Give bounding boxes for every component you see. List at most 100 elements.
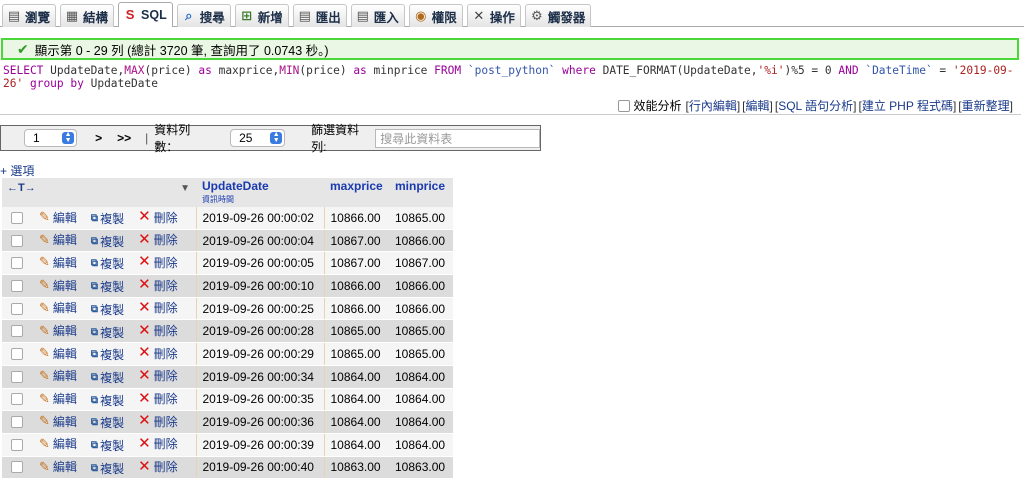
cell-minprice[interactable]: 10864.00 bbox=[389, 410, 453, 434]
copy-button[interactable]: ⧉ 複製 bbox=[91, 369, 124, 386]
delete-button[interactable]: ✕ 刪除 bbox=[138, 209, 178, 226]
dropdown-triangle-icon[interactable]: ▼ bbox=[180, 183, 190, 194]
copy-button[interactable]: ⧉ 複製 bbox=[91, 255, 124, 272]
cell-updatedate[interactable]: 2019-09-26 00:00:34 bbox=[195, 365, 325, 389]
column-header-updatedate[interactable]: UpdateDate 資訊時間 bbox=[196, 178, 324, 207]
sql-link[interactable]: 編輯 bbox=[746, 97, 770, 114]
edit-button[interactable]: ✎ 編輯 bbox=[39, 322, 77, 339]
cell-updatedate[interactable]: 2019-09-26 00:00:10 bbox=[195, 274, 325, 298]
column-header-minprice[interactable]: minprice bbox=[389, 178, 453, 207]
delete-button[interactable]: ✕ 刪除 bbox=[138, 254, 178, 271]
tab-privileges[interactable]: ◉ 權限 bbox=[408, 4, 463, 27]
delete-button[interactable]: ✕ 刪除 bbox=[138, 435, 178, 452]
row-checkbox[interactable] bbox=[11, 416, 23, 429]
delete-button[interactable]: ✕ 刪除 bbox=[138, 390, 178, 407]
row-checkbox[interactable] bbox=[11, 325, 23, 338]
delete-button[interactable]: ✕ 刪除 bbox=[138, 277, 178, 294]
edit-button[interactable]: ✎ 編輯 bbox=[39, 345, 77, 362]
row-checkbox[interactable] bbox=[11, 302, 23, 315]
delete-button[interactable]: ✕ 刪除 bbox=[138, 458, 178, 475]
cell-maxprice[interactable]: 10863.00 bbox=[324, 456, 389, 479]
row-checkbox[interactable] bbox=[11, 438, 23, 451]
cell-minprice[interactable]: 10865.00 bbox=[389, 342, 453, 366]
cell-minprice[interactable]: 10866.00 bbox=[389, 229, 453, 253]
cell-maxprice[interactable]: 10864.00 bbox=[324, 433, 389, 457]
tab-insert[interactable]: ⊞ 新增 bbox=[234, 4, 289, 27]
tab-browse[interactable]: ▤ 瀏覽 bbox=[2, 4, 57, 27]
row-checkbox[interactable] bbox=[11, 370, 23, 383]
cell-maxprice[interactable]: 10864.00 bbox=[324, 388, 389, 412]
cell-minprice[interactable]: 10866.00 bbox=[389, 297, 453, 321]
delete-button[interactable]: ✕ 刪除 bbox=[138, 413, 178, 430]
cell-updatedate[interactable]: 2019-09-26 00:00:35 bbox=[195, 388, 325, 412]
copy-button[interactable]: ⧉ 複製 bbox=[91, 324, 124, 341]
cell-maxprice[interactable]: 10864.00 bbox=[324, 365, 389, 389]
cell-updatedate[interactable]: 2019-09-26 00:00:28 bbox=[195, 319, 325, 344]
cell-maxprice[interactable]: 10866.00 bbox=[324, 207, 389, 230]
cell-updatedate[interactable]: 2019-09-26 00:00:05 bbox=[195, 251, 325, 276]
row-checkbox[interactable] bbox=[11, 211, 23, 224]
cell-updatedate[interactable]: 2019-09-26 00:00:36 bbox=[195, 410, 325, 434]
cell-minprice[interactable]: 10864.00 bbox=[389, 433, 453, 457]
delete-button[interactable]: ✕ 刪除 bbox=[138, 231, 178, 248]
edit-button[interactable]: ✎ 編輯 bbox=[39, 413, 77, 430]
sql-link[interactable]: 行內編輯 bbox=[689, 97, 737, 114]
delete-button[interactable]: ✕ 刪除 bbox=[138, 345, 178, 362]
row-checkbox[interactable] bbox=[11, 257, 23, 270]
cell-maxprice[interactable]: 10866.00 bbox=[324, 274, 389, 298]
row-checkbox[interactable] bbox=[11, 279, 23, 292]
copy-button[interactable]: ⧉ 複製 bbox=[91, 437, 124, 454]
cell-minprice[interactable]: 10865.00 bbox=[389, 207, 453, 230]
cell-minprice[interactable]: 10865.00 bbox=[389, 319, 453, 344]
tab-search[interactable]: ⌕ 搜尋 bbox=[176, 4, 231, 27]
sql-link[interactable]: SQL 語句分析 bbox=[778, 97, 853, 114]
row-checkbox[interactable] bbox=[11, 234, 23, 247]
cell-updatedate[interactable]: 2019-09-26 00:00:40 bbox=[195, 456, 325, 479]
cell-updatedate[interactable]: 2019-09-26 00:00:39 bbox=[195, 433, 325, 457]
row-checkbox[interactable] bbox=[11, 461, 23, 474]
delete-button[interactable]: ✕ 刪除 bbox=[138, 322, 178, 339]
cell-minprice[interactable]: 10864.00 bbox=[389, 388, 453, 412]
copy-button[interactable]: ⧉ 複製 bbox=[91, 414, 124, 431]
row-checkbox[interactable] bbox=[11, 348, 23, 361]
edit-button[interactable]: ✎ 編輯 bbox=[39, 209, 77, 226]
cell-minprice[interactable]: 10864.00 bbox=[389, 365, 453, 389]
tab-export[interactable]: ▤ 匯出 bbox=[292, 4, 347, 27]
delete-button[interactable]: ✕ 刪除 bbox=[138, 367, 178, 384]
tab-structure[interactable]: ▦ 結構 bbox=[60, 4, 115, 27]
tab-operations[interactable]: ✕ 操作 bbox=[466, 4, 521, 27]
column-arrows-control[interactable]: ←T→ bbox=[7, 182, 36, 194]
tab-import[interactable]: ▤ 匯入 bbox=[350, 4, 405, 27]
edit-button[interactable]: ✎ 編輯 bbox=[39, 390, 77, 407]
cell-updatedate[interactable]: 2019-09-26 00:00:25 bbox=[195, 297, 325, 321]
cell-maxprice[interactable]: 10865.00 bbox=[324, 319, 389, 344]
edit-button[interactable]: ✎ 編輯 bbox=[39, 254, 77, 271]
page-select[interactable]: 1 ▲ ▼ bbox=[24, 129, 78, 147]
edit-button[interactable]: ✎ 編輯 bbox=[39, 277, 77, 294]
cell-updatedate[interactable]: 2019-09-26 00:00:02 bbox=[195, 207, 325, 230]
tab-sql[interactable]: S SQL bbox=[118, 2, 173, 27]
cell-updatedate[interactable]: 2019-09-26 00:00:29 bbox=[195, 342, 325, 366]
row-checkbox[interactable] bbox=[11, 393, 23, 406]
edit-button[interactable]: ✎ 編輯 bbox=[39, 231, 77, 248]
edit-button[interactable]: ✎ 編輯 bbox=[39, 435, 77, 452]
cell-maxprice[interactable]: 10867.00 bbox=[324, 229, 389, 253]
cell-minprice[interactable]: 10863.00 bbox=[389, 456, 453, 479]
copy-button[interactable]: ⧉ 複製 bbox=[91, 460, 124, 477]
filter-rows-input[interactable]: 搜尋此資料表 bbox=[375, 128, 540, 148]
cell-minprice[interactable]: 10866.00 bbox=[389, 274, 453, 298]
last-page-button[interactable]: >> bbox=[117, 131, 131, 145]
cell-updatedate[interactable]: 2019-09-26 00:00:04 bbox=[195, 229, 325, 253]
copy-button[interactable]: ⧉ 複製 bbox=[91, 210, 124, 227]
sql-link[interactable]: 建立 PHP 程式碼 bbox=[862, 97, 953, 114]
copy-button[interactable]: ⧉ 複製 bbox=[91, 301, 124, 318]
rows-per-page-select[interactable]: 25 ▲ ▼ bbox=[230, 129, 286, 147]
next-page-button[interactable]: > bbox=[95, 131, 102, 145]
cell-minprice[interactable]: 10867.00 bbox=[389, 251, 453, 276]
cell-maxprice[interactable]: 10865.00 bbox=[324, 342, 389, 366]
delete-button[interactable]: ✕ 刪除 bbox=[138, 299, 178, 316]
sql-link[interactable]: 重新整理 bbox=[962, 97, 1010, 114]
cell-maxprice[interactable]: 10864.00 bbox=[324, 410, 389, 434]
edit-button[interactable]: ✎ 編輯 bbox=[39, 367, 77, 384]
copy-button[interactable]: ⧉ 複製 bbox=[91, 346, 124, 363]
